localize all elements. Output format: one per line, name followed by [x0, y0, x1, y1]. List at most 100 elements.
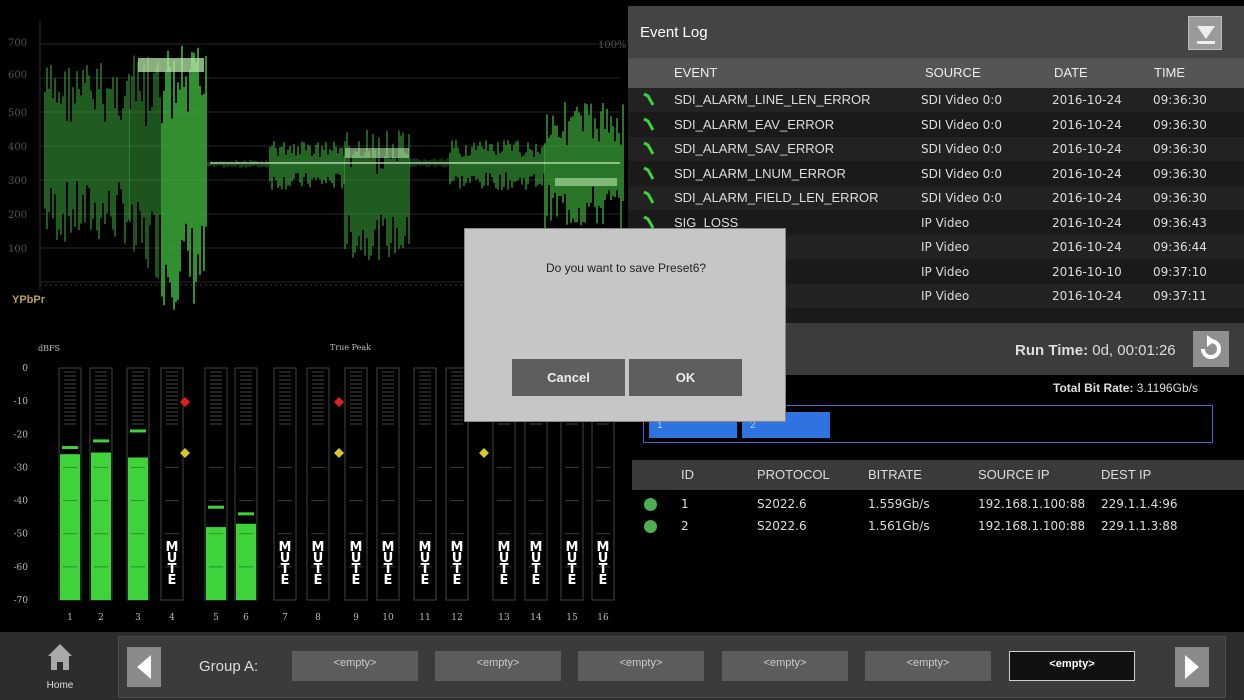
stream-id: 2 — [681, 519, 689, 533]
channel-9-mute: MUTE — [349, 540, 363, 588]
event-time: 09:36:30 — [1153, 166, 1207, 181]
bitrate-value: 3.1196Gb/s — [1136, 381, 1198, 395]
event-source: IP Video — [921, 264, 970, 279]
channel-4-mute: MUTE — [165, 540, 179, 588]
column-date[interactable]: DATE — [1054, 65, 1088, 80]
stream-row[interactable]: 1 S2022.6 1.559Gb/s 192.168.1.100:88 229… — [632, 494, 1244, 516]
waveform-scale-500: 500 — [8, 108, 28, 119]
event-date: 2016-10-24 — [1052, 289, 1122, 303]
column-event[interactable]: EVENT — [674, 65, 717, 80]
stream-protocol: S2022.6 — [757, 497, 807, 511]
alarm-status-icon — [643, 166, 655, 180]
channel-label: 10 — [382, 613, 394, 623]
event-name: SDI_ALARM_LINE_LEN_ERROR — [674, 92, 871, 107]
event-source: SDI Video 0:0 — [921, 191, 1002, 205]
alarm-status-icon — [643, 190, 655, 204]
event-date: 2016-10-10 — [1052, 264, 1122, 279]
ok-button[interactable]: OK — [629, 359, 742, 396]
event-source: SDI Video 0:0 — [921, 117, 1002, 132]
home-button[interactable]: Home — [30, 636, 90, 696]
audio-scale-tick: -30 — [14, 463, 29, 473]
event-source: SDI Video 0:0 — [921, 93, 1002, 107]
preset-slot-3[interactable]: <empty> — [578, 651, 704, 681]
stream-dest-ip: 229.1.1.3:88 — [1101, 519, 1178, 533]
event-date: 2016-10-24 — [1052, 215, 1122, 230]
event-source: SDI Video 0:0 — [921, 142, 1002, 156]
channel-14-mute: MUTE — [529, 540, 543, 588]
channel-label: 6 — [243, 613, 249, 623]
channel-3-peak — [130, 429, 146, 433]
download-arrow-icon[interactable] — [1188, 16, 1222, 50]
column-time[interactable]: TIME — [1154, 65, 1185, 80]
channel-2-level — [91, 452, 111, 600]
group-label: Group A: — [199, 658, 259, 675]
audio-scale-tick: -60 — [14, 563, 29, 573]
preset-slot-6[interactable]: <empty> — [1009, 651, 1135, 681]
channel-label: 5 — [213, 613, 219, 623]
group-marker-red — [334, 397, 344, 407]
event-source: SDI Video 0:0 — [921, 166, 1002, 181]
runtime-label: Run Time: — [1015, 342, 1089, 359]
check-circle-icon — [644, 498, 657, 511]
event-time: 09:36:30 — [1153, 191, 1207, 205]
waveform-scale-700: 700 — [8, 38, 28, 49]
home-icon — [48, 644, 72, 670]
audio-scale-tick: -20 — [14, 430, 29, 440]
event-source: IP Video — [921, 289, 970, 303]
event-name: SDI_ALARM_LNUM_ERROR — [674, 165, 846, 181]
channel-13-mute: MUTE — [497, 540, 511, 588]
event-time: 09:36:30 — [1153, 142, 1207, 156]
event-log-row[interactable]: SDI_ALARM_SAV_ERROR SDI Video 0:0 2016-10-… — [628, 137, 1244, 161]
channel-label: 8 — [315, 613, 321, 623]
next-arrow-button[interactable] — [1175, 647, 1209, 687]
bitrate-label: Total Bit Rate: — [1053, 381, 1134, 395]
event-log-row[interactable]: SDI_ALARM_LNUM_ERROR SDI Video 0:0 2016-10… — [628, 161, 1244, 186]
prev-arrow-button[interactable] — [127, 647, 161, 687]
runtime-readout: Run Time: 0d, 00:01:26 — [1015, 342, 1176, 359]
cancel-button[interactable]: Cancel — [512, 359, 625, 396]
preset-slot-2[interactable]: <empty> — [435, 651, 561, 681]
column-source[interactable]: SOURCE — [925, 65, 981, 80]
event-log-row[interactable]: SDI_ALARM_LINE_LEN_ERROR SDI Video 0:0 201… — [628, 88, 1244, 112]
preset-slot-4[interactable]: <empty> — [722, 651, 848, 681]
event-log-columns: EVENT SOURCE DATE TIME — [628, 58, 1244, 88]
event-time: 09:36:30 — [1153, 93, 1207, 107]
column-source-ip: SOURCE IP — [978, 467, 1050, 482]
event-date: 2016-10-24 — [1052, 191, 1122, 205]
event-log-row[interactable]: SDI_ALARM_FIELD_LEN_ERROR SDI Video 0:0 20… — [628, 186, 1244, 210]
event-name: SDI_ALARM_FIELD_LEN_ERROR — [674, 190, 879, 205]
chevron-right-icon — [1185, 655, 1199, 679]
runtime-value: 0d, 00:01:26 — [1092, 342, 1176, 359]
channel-3-level — [128, 457, 148, 600]
column-protocol: PROTOCOL — [757, 467, 830, 482]
audio-scale-tick: -70 — [14, 596, 29, 606]
refresh-icon[interactable] — [1193, 331, 1229, 367]
event-log-header: Event Log — [628, 6, 1244, 58]
channel-label: 16 — [597, 613, 609, 623]
waveform-colorspace-label: YPbPr — [12, 294, 46, 306]
alarm-status-icon — [643, 141, 655, 155]
event-log-row[interactable]: SDI_ALARM_EAV_ERROR SDI Video 0:0 2016-10-… — [628, 112, 1244, 137]
stream-id: 1 — [681, 497, 689, 511]
bottom-bar: Home Group A: <empty> <empty> <empty> <e… — [0, 632, 1244, 700]
audio-scale-tick: -40 — [14, 497, 29, 507]
event-source: IP Video — [921, 215, 970, 230]
stream-protocol: S2022.6 — [757, 519, 807, 533]
event-time: 09:36:43 — [1153, 215, 1207, 230]
channel-6-level — [236, 523, 256, 600]
channel-16-mute: MUTE — [596, 540, 610, 588]
channel-label: 3 — [135, 613, 141, 623]
channel-11-mute: MUTE — [418, 540, 432, 588]
audio-scale-tick: -50 — [14, 530, 29, 540]
preset-slot-1[interactable]: <empty> — [292, 651, 418, 681]
event-time: 09:36:30 — [1153, 117, 1207, 132]
event-date: 2016-10-24 — [1052, 142, 1122, 156]
alarm-status-icon — [643, 92, 655, 106]
stream-bitrate: 1.559Gb/s — [868, 497, 930, 511]
save-preset-dialog: Do you want to save Preset6? Cancel OK — [464, 228, 786, 422]
stream-row[interactable]: 2 S2022.6 1.561Gb/s 192.168.1.100:88 229… — [632, 516, 1244, 538]
preset-slot-5[interactable]: <empty> — [865, 651, 991, 681]
stream-source-ip: 192.168.1.100:88 — [978, 497, 1086, 511]
stream-dest-ip: 229.1.1.4:96 — [1101, 497, 1178, 511]
event-time: 09:36:44 — [1153, 240, 1207, 254]
